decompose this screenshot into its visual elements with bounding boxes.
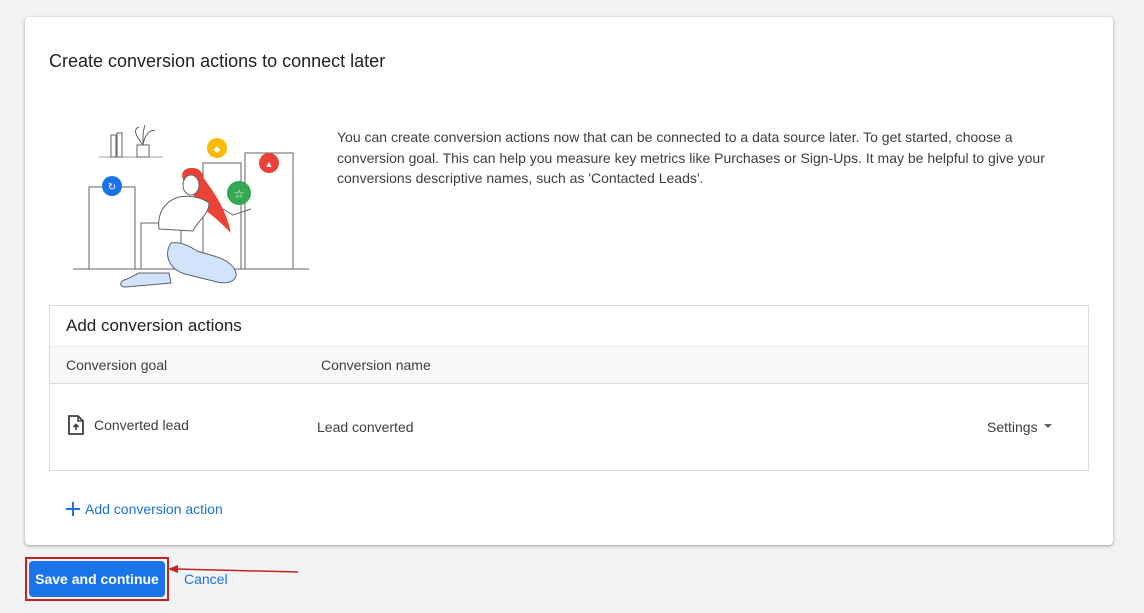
svg-text:▲: ▲ [265,159,274,169]
cancel-link[interactable]: Cancel [184,571,228,587]
add-conversion-action-label: Add conversion action [85,501,223,517]
caret-down-icon [1043,424,1052,429]
svg-text:↻: ↻ [108,182,116,193]
plus-icon [66,502,80,516]
document-upload-icon [68,415,84,435]
svg-text:☆: ☆ [234,187,245,201]
conversion-name-value[interactable]: Lead converted [317,419,414,435]
save-button-highlight: Save and continue [25,557,169,601]
intro-text: You can create conversion actions now th… [337,129,1045,186]
add-conversion-action-button[interactable]: Add conversion action [64,497,223,521]
conversion-actions-table: Add conversion actions Conversion goal C… [49,305,1089,471]
settings-label: Settings [987,419,1038,435]
column-header-name: Conversion name [321,357,431,373]
svg-text:◆: ◆ [214,144,221,154]
table-header: Conversion goal Conversion name [50,346,1088,384]
card-title: Create conversion actions to connect lat… [49,51,386,71]
conversion-illustration: ↻ ◆ ▲ ☆ [73,124,309,288]
column-header-goal: Conversion goal [66,357,168,373]
settings-dropdown[interactable]: Settings [978,414,1061,440]
save-and-continue-button[interactable]: Save and continue [29,561,165,597]
conversion-goal-value: Converted lead [94,417,189,433]
table-row: Converted lead Lead converted Settings [50,384,1088,470]
conversion-card: Create conversion actions to connect lat… [25,17,1113,545]
table-title: Add conversion actions [66,316,242,335]
